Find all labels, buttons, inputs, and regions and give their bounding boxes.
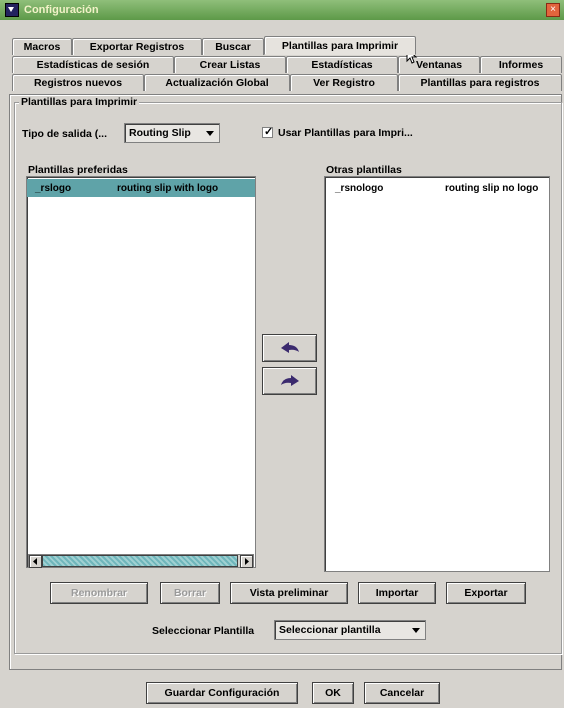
tab-ver-registro[interactable]: Ver Registro: [290, 74, 398, 91]
chevron-left-icon: [33, 558, 37, 565]
delete-button[interactable]: Borrar: [160, 582, 220, 604]
preview-button[interactable]: Vista preliminar: [230, 582, 348, 604]
move-to-others-button[interactable]: [262, 367, 317, 395]
chevron-right-icon: [245, 558, 249, 565]
tab-actualizacion-global[interactable]: Actualización Global: [144, 74, 290, 91]
use-templates-checkbox[interactable]: [262, 125, 273, 138]
other-templates-list[interactable]: _rsnologo routing slip no logo: [324, 176, 550, 572]
chevron-down-icon: [206, 130, 214, 136]
list-item[interactable]: _rslogo routing slip with logo: [27, 179, 255, 197]
import-button[interactable]: Importar: [358, 582, 436, 604]
save-config-button[interactable]: Guardar Configuración: [146, 682, 298, 704]
preferred-templates-label: Plantillas preferidas: [28, 164, 128, 176]
other-templates-label: Otras plantillas: [326, 164, 402, 176]
output-type-select[interactable]: Routing Slip: [124, 123, 220, 143]
export-button[interactable]: Exportar: [446, 582, 526, 604]
scroll-left-button[interactable]: [29, 555, 42, 568]
title-bar: Configuración: [0, 0, 564, 20]
template-name: _rsnologo: [335, 182, 384, 194]
output-type-label: Tipo de salida (...: [22, 128, 107, 140]
move-to-preferred-button[interactable]: [262, 334, 317, 362]
chevron-down-icon: [412, 627, 420, 633]
scroll-right-button[interactable]: [240, 555, 253, 568]
group-legend: Plantillas para Imprimir: [19, 96, 140, 108]
tab-plantillas-para-imprimir[interactable]: Plantillas para Imprimir: [264, 36, 416, 55]
tab-estadisticas-de-sesion[interactable]: Estadísticas de sesión: [12, 56, 174, 73]
tab-macros[interactable]: Macros: [12, 38, 72, 55]
tab-buscar[interactable]: Buscar: [202, 38, 264, 55]
use-templates-label: Usar Plantillas para Impri...: [278, 127, 413, 139]
rename-button[interactable]: Renombrar: [50, 582, 148, 604]
template-description: routing slip no logo: [445, 182, 539, 194]
tab-crear-listas[interactable]: Crear Listas: [174, 56, 286, 73]
template-name: _rslogo: [35, 182, 72, 194]
scroll-thumb[interactable]: [42, 555, 238, 567]
list-item[interactable]: _rsnologo routing slip no logo: [325, 179, 549, 197]
preferred-templates-list[interactable]: _rslogo routing slip with logo: [26, 176, 256, 568]
select-template-dropdown[interactable]: Seleccionar plantilla: [274, 620, 426, 640]
window-title: Configuración: [24, 4, 99, 16]
arrow-left-icon: [280, 342, 299, 353]
tab-estadisticas[interactable]: Estadísticas: [286, 56, 398, 73]
template-description: routing slip with logo: [117, 182, 219, 194]
tab-informes[interactable]: Informes: [480, 56, 562, 73]
select-template-value: Seleccionar plantilla: [279, 624, 381, 636]
ok-button[interactable]: OK: [312, 682, 354, 704]
app-menu-icon[interactable]: [5, 3, 19, 17]
tab-registros-nuevos[interactable]: Registros nuevos: [12, 74, 144, 91]
select-template-label: Seleccionar Plantilla: [152, 625, 255, 637]
close-button[interactable]: ×: [546, 3, 560, 17]
tab-plantillas-para-registros[interactable]: Plantillas para registros: [398, 74, 562, 91]
cancel-button[interactable]: Cancelar: [364, 682, 440, 704]
output-type-value: Routing Slip: [129, 127, 191, 139]
arrow-right-icon: [280, 375, 299, 386]
tab-exportar-registros[interactable]: Exportar Registros: [72, 38, 202, 55]
